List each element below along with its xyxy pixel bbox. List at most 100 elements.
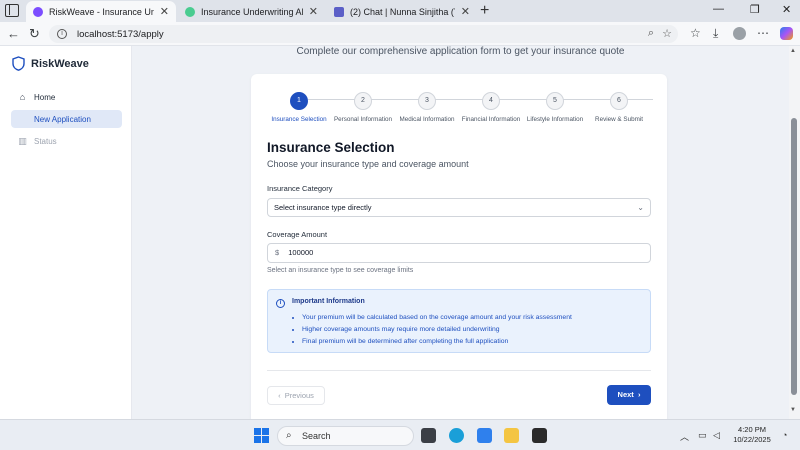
notifications-icon[interactable]: ◔: [782, 430, 787, 440]
chevron-left-icon: ‹: [278, 391, 281, 400]
step-label: Insurance Selection: [271, 116, 327, 123]
step-circle[interactable]: 1: [290, 92, 308, 110]
step-label: Medical Information: [399, 116, 455, 123]
step-circle[interactable]: 4: [482, 92, 500, 110]
restore-icon[interactable]: ❐: [750, 3, 760, 16]
chevron-down-icon: ⌄: [637, 203, 644, 212]
sidebar-item-home[interactable]: ⌂ Home: [11, 88, 122, 106]
favorites-icon[interactable]: ☆: [690, 26, 701, 40]
section-title: Insurance Selection: [267, 140, 395, 155]
step-label: Review & Submit: [595, 116, 643, 123]
sidebar: RiskWeave ⌂ Home New Application ▥ Statu…: [0, 46, 132, 419]
scroll-down-icon[interactable]: ▼: [790, 407, 796, 413]
site-info-icon[interactable]: i: [57, 29, 67, 39]
info-title: Important Information: [292, 298, 365, 305]
edge-icon[interactable]: [449, 428, 464, 443]
progress-stepper: 1 2 3 4 5 6 Insurance Selection Personal…: [251, 92, 667, 126]
previous-button[interactable]: ‹ Previous: [267, 386, 325, 405]
tab-title: (2) Chat | Nunna Sinjitha (You) | Micros…: [350, 6, 455, 17]
file-explorer-icon[interactable]: [504, 428, 519, 443]
zoom-icon[interactable]: ⌕: [648, 27, 654, 40]
chevron-right-icon: ›: [637, 390, 641, 399]
network-icon[interactable]: ▭: [698, 430, 707, 441]
sidebar-item-label: New Application: [34, 114, 91, 124]
minimize-icon[interactable]: —: [713, 3, 724, 15]
terminal-icon[interactable]: [532, 428, 547, 443]
tab-riskweave[interactable]: RiskWeave - Insurance Underwriting ✕: [26, 1, 176, 22]
url-field[interactable]: i localhost:5173/apply ⌕ ☆: [49, 25, 678, 43]
info-list: Your premium will be calculated based on…: [302, 312, 572, 348]
taskbar-search[interactable]: ⌕ Search: [277, 426, 414, 446]
insurance-category-select[interactable]: Select insurance type directly ⌄: [267, 198, 651, 217]
tab-title: Insurance Underwriting API - Swagger UI: [201, 6, 303, 17]
clock-date: 10/22/2025: [733, 435, 771, 444]
downloads-icon[interactable]: ⤓: [713, 26, 718, 41]
star-icon[interactable]: ☆: [662, 27, 672, 40]
step-label: Financial Information: [461, 116, 521, 123]
step-label: Lifestyle Information: [526, 116, 584, 123]
home-icon: ⌂: [19, 92, 26, 102]
start-icon[interactable]: [254, 428, 269, 443]
close-tab-icon[interactable]: ✕: [160, 5, 169, 18]
search-icon: ⌕: [286, 430, 292, 441]
insurance-category-value: Select insurance type directly: [274, 203, 372, 212]
new-tab-icon[interactable]: +: [480, 2, 489, 20]
tab-swagger[interactable]: Insurance Underwriting API - Swagger UI …: [178, 1, 325, 22]
system-clock[interactable]: 4:20 PM 10/22/2025: [730, 425, 774, 445]
address-bar-row: ← ↻ i localhost:5173/apply ⌕ ☆ ☆ ⤓ ⋯: [0, 22, 800, 46]
copilot-icon[interactable]: [780, 27, 793, 40]
form-divider: [267, 370, 651, 371]
scrollbar-thumb[interactable]: [791, 118, 797, 395]
important-info-box: i Important Information Your premium wil…: [267, 289, 651, 353]
info-icon: i: [276, 299, 285, 308]
sidebar-item-label: Status: [34, 136, 57, 146]
scroll-up-icon[interactable]: ▲: [790, 48, 796, 54]
sidebar-item-new-application[interactable]: New Application: [11, 110, 122, 128]
taskbar: ⌕ Search ︿ ▭ ◁ 4:20 PM 10/22/2025 ◔: [0, 419, 800, 450]
close-tab-icon[interactable]: ✕: [309, 5, 318, 18]
back-icon[interactable]: ←: [7, 26, 20, 41]
vscode-icon[interactable]: [477, 428, 492, 443]
search-label: Search: [302, 431, 331, 441]
coverage-hint: Select an insurance type to see coverage…: [267, 267, 414, 274]
info-list-item: Your premium will be calculated based on…: [302, 312, 572, 324]
tab-teams[interactable]: (2) Chat | Nunna Sinjitha (You) | Micros…: [327, 1, 477, 22]
close-window-icon[interactable]: ✕: [782, 3, 791, 16]
main-content: Complete our comprehensive application f…: [132, 46, 789, 419]
section-description: Choose your insurance type and coverage …: [267, 159, 469, 169]
chevron-up-icon[interactable]: ︿: [680, 430, 689, 443]
tab-strip: RiskWeave - Insurance Underwriting ✕ Ins…: [0, 0, 800, 22]
task-view-icon[interactable]: [421, 428, 436, 443]
next-label: Next: [617, 390, 634, 399]
step-circle[interactable]: 3: [418, 92, 436, 110]
refresh-icon[interactable]: ↻: [29, 26, 40, 42]
previous-label: Previous: [284, 391, 314, 400]
tab-title: RiskWeave - Insurance Underwriting: [49, 6, 154, 17]
coverage-amount-input[interactable]: $ 100000: [267, 243, 651, 263]
volume-icon[interactable]: ◁: [713, 430, 720, 441]
step-circle[interactable]: 2: [354, 92, 372, 110]
clock-time: 4:20 PM: [738, 425, 766, 434]
page-subtitle: Complete our comprehensive application f…: [296, 46, 625, 57]
more-menu-icon[interactable]: ⋯: [757, 26, 769, 40]
swagger-favicon-icon: [185, 6, 195, 17]
brand-name: RiskWeave: [31, 57, 89, 70]
tab-actions-icon[interactable]: [5, 4, 19, 17]
currency-symbol: $: [275, 248, 280, 257]
next-button[interactable]: Next ›: [607, 385, 651, 405]
application-form-card: 1 2 3 4 5 6 Insurance Selection Personal…: [251, 74, 667, 419]
brand[interactable]: RiskWeave: [12, 56, 89, 71]
step-label: Personal Information: [333, 116, 393, 123]
step-circle[interactable]: 6: [610, 92, 628, 110]
insurance-category-label: Insurance Category: [267, 184, 333, 193]
profile-icon[interactable]: [733, 27, 746, 40]
close-tab-icon[interactable]: ✕: [461, 5, 470, 18]
info-list-item: Final premium will be determined after c…: [302, 336, 572, 348]
url-text: localhost:5173/apply: [77, 28, 164, 40]
coverage-amount-value: 100000: [288, 248, 314, 257]
step-circle[interactable]: 5: [546, 92, 564, 110]
shield-icon: [12, 56, 25, 71]
teams-favicon-icon: [334, 6, 344, 17]
sidebar-item-status[interactable]: ▥ Status: [11, 132, 122, 150]
bar-chart-icon: ▥: [18, 135, 27, 146]
